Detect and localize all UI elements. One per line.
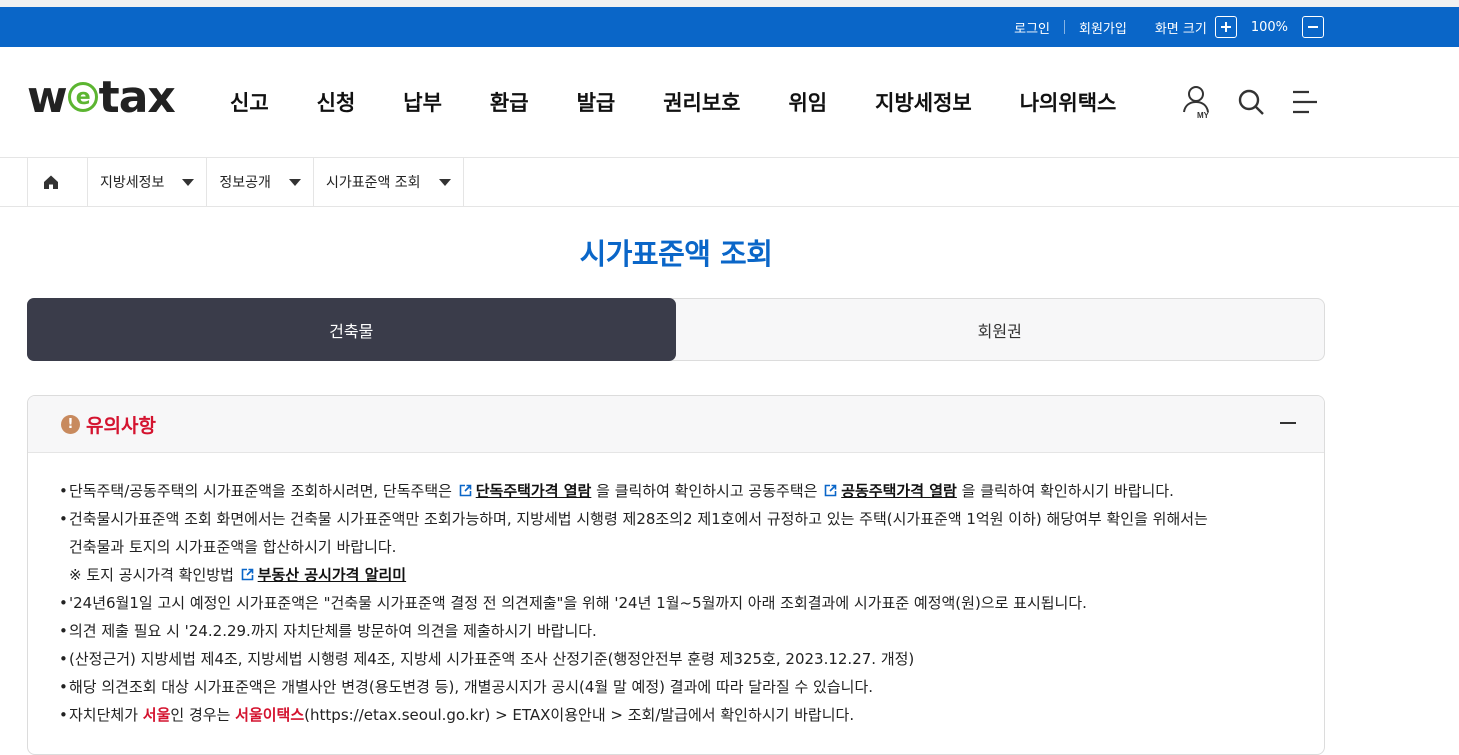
collapse-icon[interactable]	[1280, 422, 1296, 424]
zoom-out-button[interactable]	[1302, 16, 1324, 38]
bullet: •	[59, 678, 68, 696]
list-item: • '24년6월1일 고시 예정인 시가표준액은 "건축물 시가표준액 결정 전…	[59, 589, 1324, 617]
logo-text-left: w	[27, 71, 68, 123]
tab-building[interactable]: 건축물	[27, 298, 676, 361]
login-link[interactable]: 로그인	[1000, 18, 1064, 37]
breadcrumb-label: 정보공개	[219, 175, 271, 191]
bullet: •	[59, 706, 68, 724]
category-tabs: 건축물 회원권	[27, 298, 1325, 361]
detached-house-price-link[interactable]: 단독주택가격 열람	[476, 482, 592, 500]
menu-item-issue[interactable]: 발급	[577, 87, 616, 117]
menu-item-report[interactable]: 신고	[230, 87, 269, 117]
menu-item-local-tax-info[interactable]: 지방세정보	[875, 87, 972, 117]
notice-text: 인 경우는	[170, 706, 231, 724]
notice-body: • 단독주택/공동주택의 시가표준액을 조회하시려면, 단독주택은 단독주택가격…	[28, 453, 1324, 729]
notice-text: 자치단체가	[69, 706, 139, 724]
minus-icon	[1308, 26, 1318, 28]
main-header: w e tax 신고 신청 납부 환급 발급 권리보호 위임 지방세정보 나의위…	[0, 47, 1459, 158]
notice-text: (https://etax.seoul.go.kr) > ETAX이용안내 > …	[304, 706, 855, 724]
search-icon	[1238, 89, 1264, 115]
notice-text: 을 클릭하여 확인하시기 바랍니다.	[961, 482, 1174, 500]
list-item: • (산정근거) 지방세법 제4조, 지방세법 시행령 제4조, 지방세 시가표…	[59, 645, 1324, 673]
menu-item-delegate[interactable]: 위임	[788, 87, 827, 117]
notice-text: 을 클릭하여 확인하시고 공동주택은	[596, 482, 818, 500]
page-title: 시가표준액 조회	[579, 237, 773, 271]
breadcrumb: 지방세정보 정보공개 시가표준액 조회	[0, 158, 1459, 207]
notice-text: 건축물과 토지의 시가표준액을 합산하시기 바랍니다.	[69, 538, 397, 556]
apartment-price-link[interactable]: 공동주택가격 열람	[841, 482, 957, 500]
breadcrumb-local-tax-info[interactable]: 지방세정보	[87, 158, 206, 206]
notice-text: ※ 토지 공시가격 확인방법	[69, 566, 234, 584]
zoom-control: 화면 크기 100%	[1141, 16, 1324, 38]
external-link-icon	[824, 484, 837, 497]
highlight-seoul-etax: 서울이택스	[235, 706, 305, 724]
zoom-value: 100%	[1250, 19, 1288, 35]
list-item: • 건축물시가표준액 조회 화면에서는 건축물 시가표준액만 조회가능하며, 지…	[59, 505, 1324, 533]
logo-e-mark: e	[67, 82, 98, 112]
bullet: •	[59, 622, 68, 640]
browser-top-strip	[0, 0, 1459, 7]
user-my-icon: MY	[1183, 86, 1210, 120]
bullet: •	[59, 594, 68, 612]
notice-text: (산정근거) 지방세법 제4조, 지방세법 시행령 제4조, 지방세 시가표준액…	[69, 650, 915, 668]
list-item: • 의견 제출 필요 시 '24.2.29.까지 자치단체를 방문하여 의견을 …	[59, 617, 1324, 645]
notice-header[interactable]: ! 유의사항	[28, 396, 1324, 453]
tab-membership[interactable]: 회원권	[676, 299, 1325, 360]
main-menu: 신고 신청 납부 환급 발급 권리보호 위임 지방세정보 나의위택스	[230, 47, 1164, 157]
header-icons: MY	[1181, 84, 1321, 120]
menu-item-my-wetax[interactable]: 나의위택스	[1020, 87, 1117, 117]
bullet: •	[59, 650, 68, 668]
list-item-continuation: 건축물과 토지의 시가표준액을 합산하시기 바랍니다.	[59, 533, 1324, 561]
notice-text: 건축물시가표준액 조회 화면에서는 건축물 시가표준액만 조회가능하며, 지방세…	[69, 510, 1208, 528]
hamburger-menu-icon	[1293, 90, 1317, 114]
realty-price-notice-link[interactable]: 부동산 공시가격 알리미	[258, 566, 406, 584]
plus-icon	[1220, 22, 1231, 32]
breadcrumb-info-disclosure[interactable]: 정보공개	[206, 158, 313, 206]
breadcrumb-home[interactable]	[27, 158, 87, 206]
caret-down-icon	[182, 178, 195, 186]
bullet: •	[59, 482, 68, 500]
external-link-icon	[241, 568, 253, 581]
notice-text: 해당 의견조회 대상 시가표준액은 개별사안 변경(용도변경 등), 개별공시지…	[69, 678, 874, 696]
notice-title: 유의사항	[86, 414, 156, 437]
highlight-seoul: 서울	[142, 706, 171, 724]
notice-text: 단독주택/공동주택의 시가표준액을 조회하시려면, 단독주택은	[69, 482, 452, 500]
list-item: • 단독주택/공동주택의 시가표준액을 조회하시려면, 단독주택은 단독주택가격…	[59, 477, 1324, 505]
notice-text: 의견 제출 필요 시 '24.2.29.까지 자치단체를 방문하여 의견을 제출…	[69, 622, 597, 640]
svg-text:MY: MY	[1197, 111, 1210, 120]
zoom-label: 화면 크기	[1154, 21, 1207, 37]
list-item-sub: ※ 토지 공시가격 확인방법 부동산 공시가격 알리미	[59, 561, 1324, 589]
notice-text: '24년6월1일 고시 예정인 시가표준액은 "건축물 시가표준액 결정 전 의…	[69, 594, 1087, 612]
signup-link[interactable]: 회원가입	[1065, 18, 1141, 37]
bullet: •	[59, 510, 68, 528]
notice-panel: ! 유의사항 • 단독주택/공동주택의 시가표준액을 조회하시려면, 단독주택은…	[27, 395, 1325, 755]
menu-item-pay[interactable]: 납부	[403, 87, 442, 117]
logo-text-right: tax	[98, 71, 176, 123]
exclamation-icon: !	[61, 414, 80, 434]
search-button[interactable]	[1235, 84, 1267, 120]
list-item: • 자치단체가 서울인 경우는 서울이택스(https://etax.seoul…	[59, 701, 1324, 729]
utility-bar: 로그인 회원가입 화면 크기 100%	[0, 7, 1459, 47]
menu-item-rights[interactable]: 권리보호	[663, 87, 740, 117]
external-link-icon	[459, 484, 472, 497]
breadcrumb-label: 시가표준액 조회	[325, 175, 421, 191]
home-icon	[44, 175, 58, 189]
caret-down-icon	[288, 178, 301, 186]
zoom-in-button[interactable]	[1214, 16, 1237, 38]
breadcrumb-label: 지방세정보	[100, 175, 165, 191]
wetax-logo[interactable]: w e tax	[27, 72, 176, 123]
menu-item-apply[interactable]: 신청	[317, 87, 356, 117]
list-item: • 해당 의견조회 대상 시가표준액은 개별사안 변경(용도변경 등), 개별공…	[59, 673, 1324, 701]
my-page-button[interactable]: MY	[1181, 84, 1213, 120]
breadcrumb-standard-price[interactable]: 시가표준액 조회	[312, 158, 464, 206]
menu-item-refund[interactable]: 환급	[490, 87, 529, 117]
caret-down-icon	[438, 178, 451, 186]
all-menu-button[interactable]	[1289, 84, 1321, 120]
